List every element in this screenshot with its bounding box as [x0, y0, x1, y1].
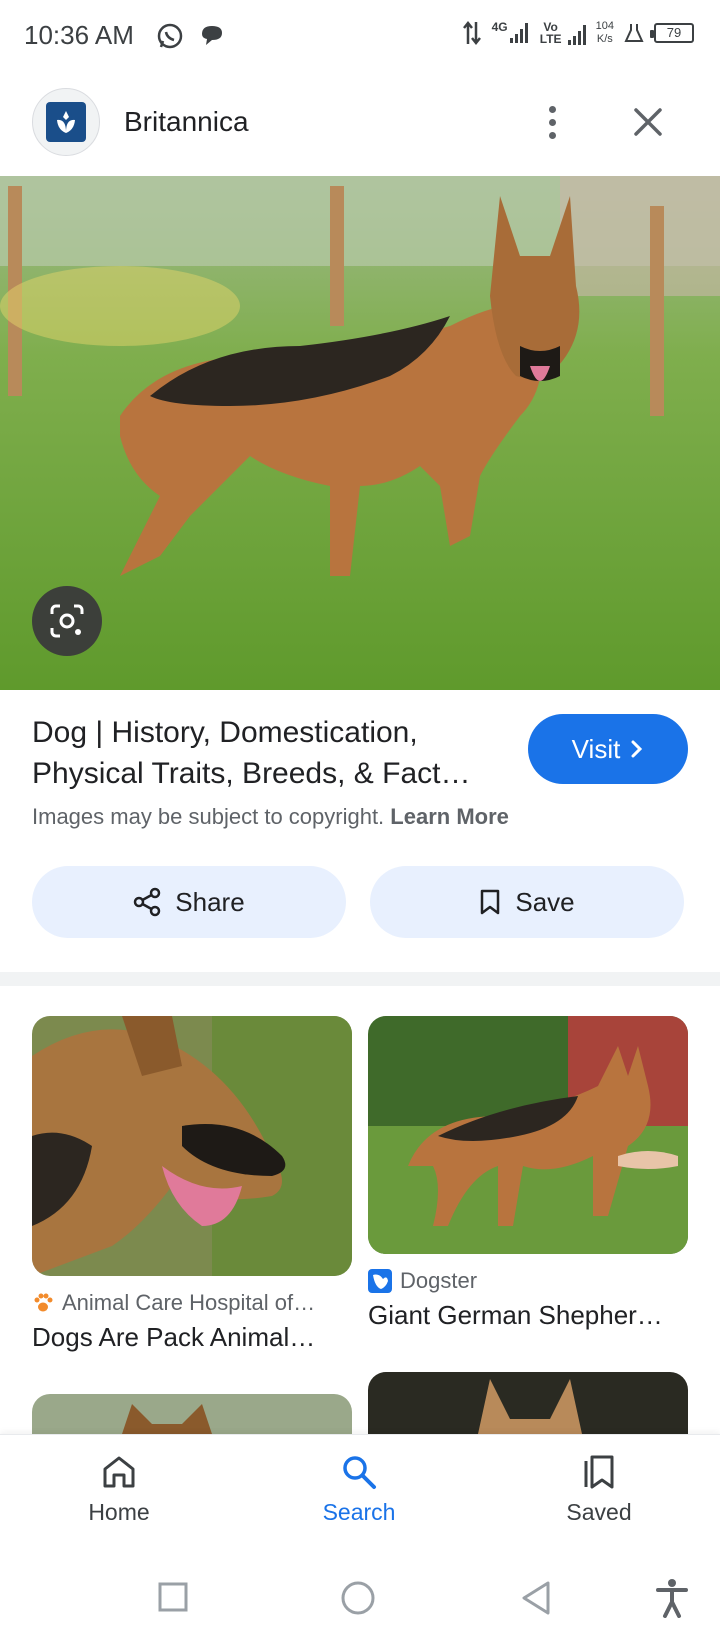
learn-more-link[interactable]: Learn More — [390, 804, 509, 829]
related-source: Animal Care Hospital of… — [32, 1290, 352, 1316]
section-divider — [0, 972, 720, 986]
whatsapp-icon — [157, 23, 183, 49]
related-card[interactable]: Dogster Giant German Shepher… — [368, 1016, 688, 1331]
net-4g-label: 4G — [491, 20, 508, 34]
main-image[interactable] — [0, 176, 720, 690]
lens-icon — [50, 604, 84, 638]
flask-icon — [624, 24, 644, 42]
share-button[interactable]: Share — [32, 866, 346, 938]
back-button[interactable] — [520, 1580, 552, 1616]
nav-saved[interactable]: Saved — [529, 1453, 669, 1526]
related-title[interactable]: Dogs Are Pack Animal… — [32, 1322, 352, 1353]
collections-icon — [584, 1455, 614, 1489]
signal-bars-icon — [509, 23, 528, 43]
related-card[interactable]: Animal Care Hospital of… Dogs Are Pack A… — [32, 1016, 352, 1353]
more-options-button[interactable] — [532, 102, 572, 142]
related-source: Dogster — [368, 1268, 688, 1294]
bookmark-icon — [481, 889, 500, 915]
net-volte-label: Vo LTE — [539, 20, 562, 46]
battery-indicator: 79 — [650, 23, 694, 43]
visit-button[interactable]: Visit — [528, 714, 688, 784]
share-icon — [134, 887, 161, 917]
related-thumbnail[interactable] — [368, 1016, 688, 1254]
more-vert-icon — [548, 105, 556, 113]
google-lens-button[interactable] — [32, 586, 102, 656]
signal-bars-icon-2 — [567, 25, 586, 45]
data-transfer-icon — [462, 20, 481, 46]
site-favicon[interactable] — [32, 88, 100, 156]
status-time: 10:36 AM — [24, 20, 134, 50]
accessibility-icon[interactable] — [656, 1578, 688, 1618]
network-speed: 104 K/s — [595, 20, 614, 45]
related-title[interactable]: Giant German Shepher… — [368, 1300, 688, 1331]
site-name[interactable]: Britannica — [124, 106, 249, 138]
nav-search[interactable]: Search — [289, 1453, 429, 1526]
copyright-notice: Images may be subject to copyright. Lear… — [32, 804, 509, 829]
recent-apps-button[interactable] — [158, 1582, 188, 1612]
german-shepherd-photo — [0, 176, 720, 690]
nav-home[interactable]: Home — [49, 1453, 189, 1526]
related-card-partial[interactable] — [32, 1394, 352, 1434]
home-icon — [103, 1456, 135, 1488]
britannica-logo-icon — [46, 102, 86, 142]
result-title[interactable]: Dog | History, Domestication, Physical T… — [32, 712, 502, 794]
search-icon — [343, 1456, 376, 1489]
chat-bubble-icon — [202, 26, 222, 45]
home-button[interactable] — [340, 1580, 376, 1616]
paw-icon — [34, 1293, 53, 1312]
chevron-right-icon — [631, 740, 643, 758]
bottom-navigation: Home Search Saved — [0, 1434, 720, 1550]
related-thumbnail[interactable] — [32, 1016, 352, 1276]
source-header: Britannica — [0, 82, 720, 170]
close-button[interactable] — [628, 102, 668, 142]
system-navigation-bar — [0, 1550, 720, 1640]
status-bar: 10:36 AM 4G Vo LTE 104 K/s 79 — [0, 0, 720, 72]
dogster-logo-icon — [368, 1269, 392, 1293]
related-card-partial[interactable] — [368, 1372, 688, 1434]
save-button[interactable]: Save — [370, 866, 684, 938]
